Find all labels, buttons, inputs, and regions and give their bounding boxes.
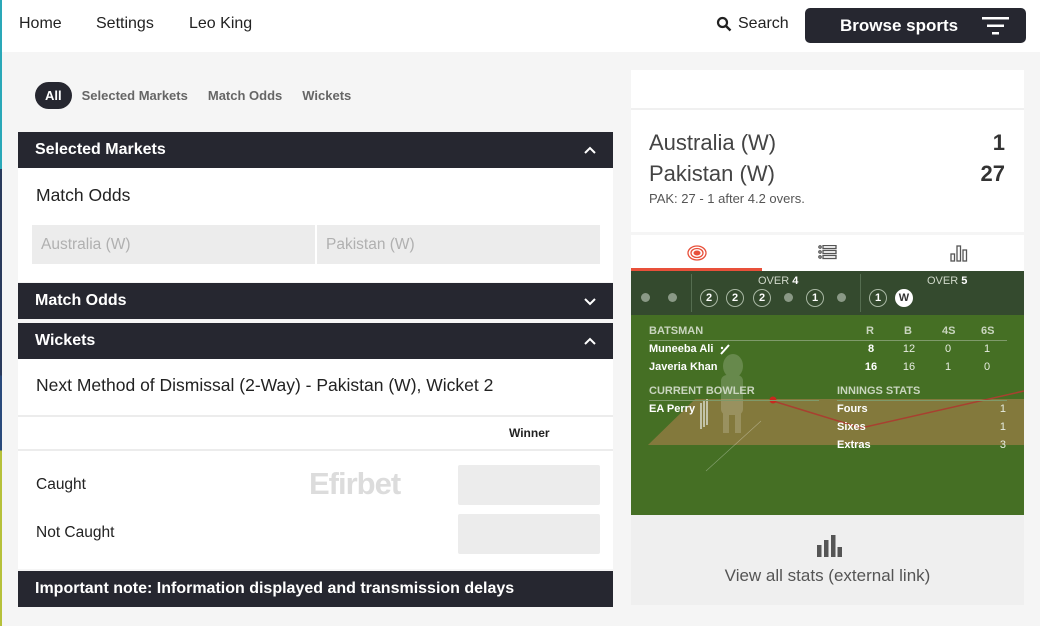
batsman-name: Javeria Khan [649,361,718,373]
batsman-balls: 12 [902,343,916,355]
market-filter-pills: All Selected Markets Match Odds Wickets [35,82,371,109]
team-score-away: 27 [980,161,1005,186]
stat-value-sixes: 1 [999,421,1006,433]
tab-list[interactable] [762,235,893,271]
batsman-runs: 8 [867,343,875,355]
efirbet-watermark: Efirbet [309,466,401,501]
bar-chart-icon [817,535,842,557]
col-header-balls: B [904,325,912,337]
tab-stats[interactable] [893,235,1024,271]
team-score-home: 1 [992,130,1005,155]
outcome-not-caught: Not Caught [36,524,115,541]
view-all-stats-label: View all stats (external link) [724,566,931,585]
window-edge [0,0,2,626]
selected-markets-title: Selected Markets [35,141,166,158]
stat-label-sixes: Sixes [837,421,866,433]
list-icon [817,245,837,260]
batsman-sixes: 0 [983,361,991,373]
wickets-header[interactable]: Wickets [18,323,613,359]
wickets-title: Wickets [35,332,96,349]
important-note-header[interactable]: Important note: Information displayed an… [18,571,613,607]
selection-australia[interactable]: Australia (W) [32,225,315,264]
selection-pakistan[interactable]: Pakistan (W) [317,225,600,264]
filter-icon [982,17,1009,35]
column-header-winner: Winner [509,426,550,440]
price-button-caught[interactable] [458,465,600,505]
view-all-stats-link[interactable]: View all stats (external link) [631,515,1024,605]
innings-stats-header: INNINGS STATS [837,385,921,397]
pill-selected-markets[interactable]: Selected Markets [82,88,188,103]
wickets-panel: Next Method of Dismissal (2-Way) - Pakis… [18,359,613,569]
team-name-home: Australia (W) [649,130,777,155]
selection-label: Pakistan (W) [326,235,415,253]
browse-sports-button[interactable]: Browse sports [805,8,1026,43]
batsman-name: Muneeba Ali [649,343,714,355]
market-title-match-odds: Match Odds [36,185,131,205]
top-navbar: Home Settings Leo King Search Browse spo… [2,0,1040,52]
divider [631,108,1024,110]
price-button-not-caught[interactable] [458,514,600,554]
on-strike-bat-icon [720,344,730,355]
search-icon [716,16,732,32]
batsman-header: BATSMAN [649,325,704,337]
nav-user[interactable]: Leo King [189,15,252,33]
selected-markets-header[interactable]: Selected Markets [18,132,613,168]
stat-label-fours: Fours [837,403,868,415]
divider [18,449,613,451]
tracker-tabs [631,235,1024,271]
selection-label: Australia (W) [41,235,131,253]
col-header-runs: R [866,325,874,337]
scoreboard-card: Australia (W) 1 Pakistan (W) 27 PAK: 27 … [631,70,1024,232]
divider [18,415,613,417]
match-odds-header[interactable]: Match Odds [18,283,613,319]
pitch-icon [686,245,707,261]
divider [649,400,819,401]
browse-sports-label: Browse sports [840,15,959,35]
bar-chart-icon [949,245,967,262]
search-label: Search [738,15,789,32]
outcome-caught: Caught [36,476,86,493]
batsman-sixes: 1 [983,343,991,355]
market-title-dismissal: Next Method of Dismissal (2-Way) - Pakis… [36,375,494,395]
team-name-away: Pakistan (W) [649,161,775,186]
current-bowler-header: CURRENT BOWLER [649,385,755,397]
batsman-fours: 0 [944,343,952,355]
batsman-balls: 16 [902,361,916,373]
pill-match-odds[interactable]: Match Odds [208,88,282,103]
col-header-fours: 4S [942,325,956,337]
nav-settings[interactable]: Settings [96,15,154,33]
match-summary: PAK: 27 - 1 after 4.2 overs. [649,191,805,206]
col-header-sixes: 6S [981,325,995,337]
stat-label-extras: Extras [837,439,871,451]
chevron-down-icon [584,298,596,306]
search-button[interactable]: Search [716,15,789,33]
stat-value-extras: 3 [999,439,1006,451]
nav-home[interactable]: Home [19,15,62,33]
tab-pitch[interactable] [631,235,762,271]
pill-all[interactable]: All [35,82,72,109]
divider [649,340,1007,341]
important-note-text: Important note: Information displayed an… [35,580,515,597]
stat-value-fours: 1 [999,403,1006,415]
selected-markets-panel: Match Odds Australia (W) Pakistan (W) [18,168,613,282]
divider [837,400,1007,401]
batsman-fours: 1 [944,361,952,373]
batsman-runs: 16 [864,361,878,373]
pill-wickets[interactable]: Wickets [302,88,351,103]
match-tracker: OVER 4 2 2 2 1 OVER 5 1 W BATSMAN R B 4S… [631,271,1024,515]
chevron-up-icon [584,337,596,345]
chevron-up-icon [584,146,596,154]
match-odds-title: Match Odds [35,292,127,309]
bowler-name: EA Perry [649,403,696,415]
